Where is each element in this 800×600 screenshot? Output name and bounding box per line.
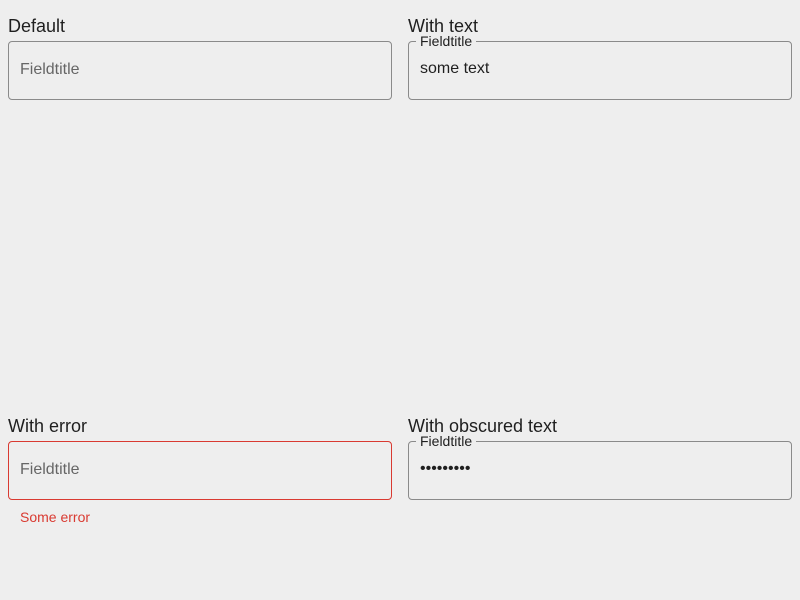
with-text-field-label: Fieldtitle (416, 33, 477, 49)
obscured-field-label: Fieldtitle (416, 433, 477, 449)
with-text-section: With text Fieldtitle some text (408, 14, 792, 100)
default-field-placeholder: Fieldtitle (20, 61, 80, 78)
with-error-field-placeholder: Fieldtitle (20, 461, 80, 478)
default-section: Default Fieldtitle (8, 14, 392, 100)
with-text-field-value: some text (420, 60, 490, 77)
with-error-title: With error (8, 416, 88, 436)
with-text-field[interactable]: Fieldtitle some text (408, 33, 792, 100)
obscured-field-value: ••••••••• (420, 460, 471, 477)
default-text-field[interactable]: Fieldtitle (8, 41, 392, 100)
with-error-section: With error Fieldtitle Some error (8, 414, 392, 526)
with-error-field[interactable]: Fieldtitle (8, 441, 392, 500)
error-message: Some error (20, 509, 91, 525)
default-title: Default (8, 16, 66, 36)
obscured-password-field[interactable]: Fieldtitle ••••••••• (408, 433, 792, 500)
with-obscured-section: With obscured text Fieldtitle ••••••••• (408, 414, 792, 500)
